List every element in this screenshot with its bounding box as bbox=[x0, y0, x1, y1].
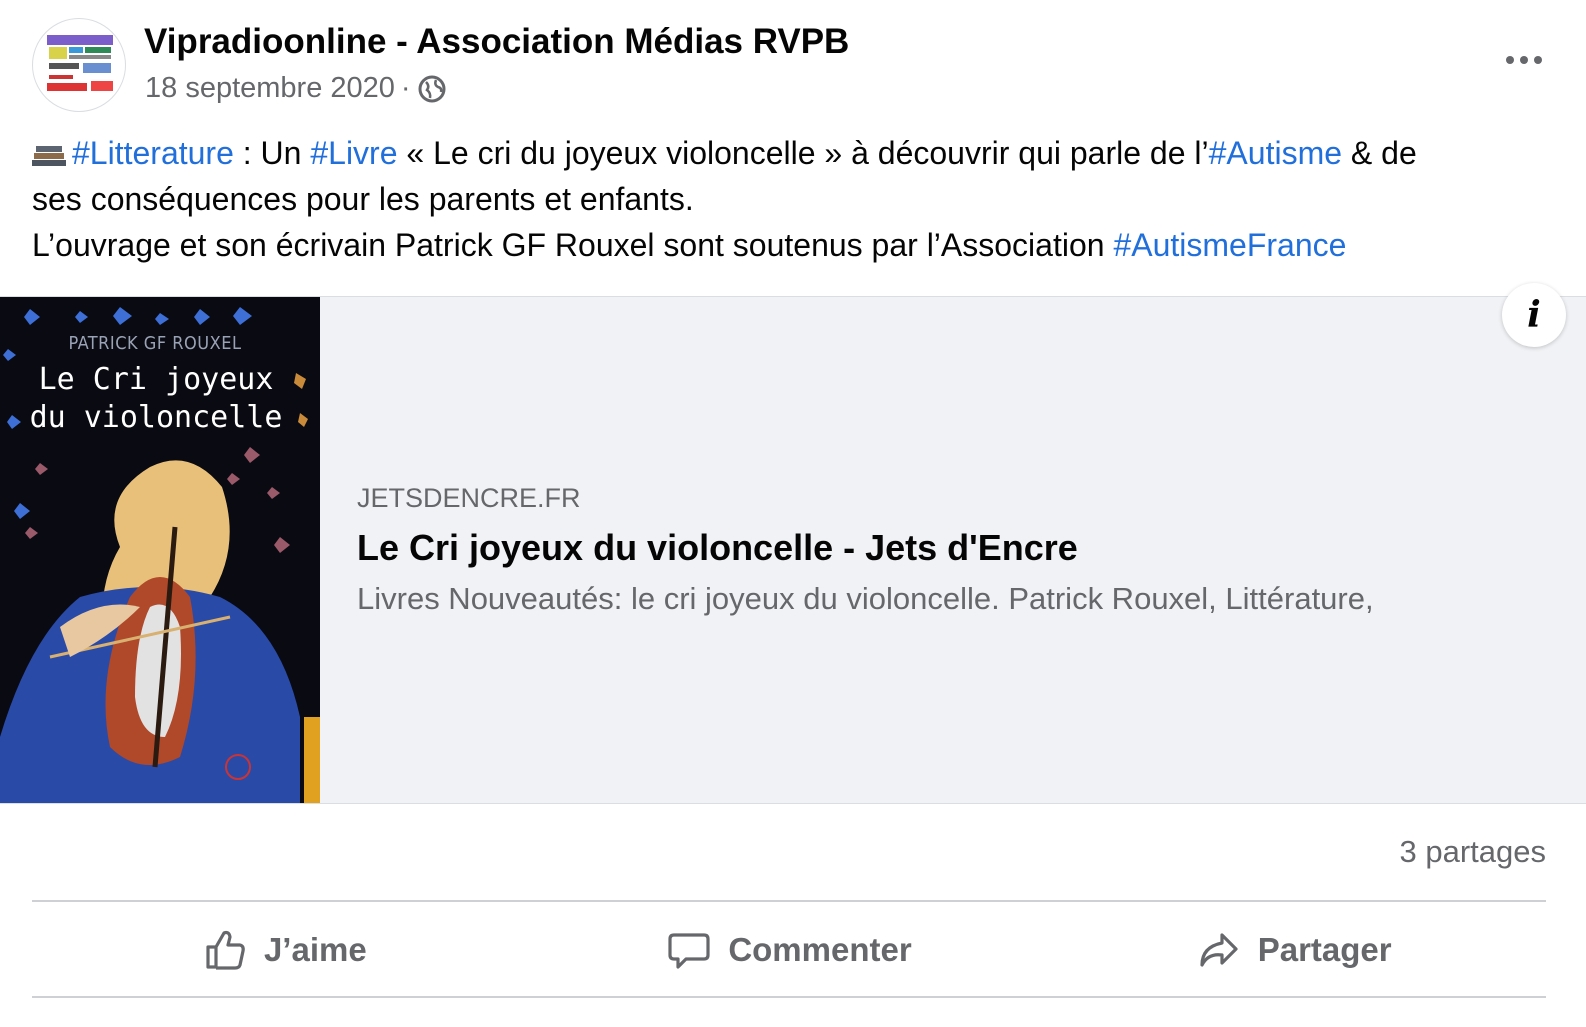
post-text-segment: & de bbox=[1342, 135, 1417, 171]
share-arrow-icon bbox=[1200, 933, 1238, 967]
page-name[interactable]: Vipradioonline - Association Médias RVPB bbox=[144, 22, 849, 62]
comment-icon bbox=[668, 933, 710, 969]
post-text-line-2: ses conséquences pour les parents et enf… bbox=[32, 181, 694, 217]
post-text-line-3: L’ouvrage et son écrivain Patrick GF Rou… bbox=[32, 222, 1562, 268]
action-bar: J’aime Commenter Partager bbox=[32, 904, 1546, 996]
link-domain: JETSDENCRE.FR bbox=[357, 483, 581, 513]
globe-icon[interactable] bbox=[417, 74, 447, 104]
comment-label: Commenter bbox=[728, 931, 912, 968]
post-meta: 18 septembre 2020 · bbox=[145, 72, 447, 105]
book-title-line-2: du violoncelle bbox=[29, 400, 283, 435]
more-options-icon[interactable] bbox=[1494, 40, 1554, 80]
share-count[interactable]: 3 partages bbox=[1400, 834, 1547, 870]
post-text-line-1: #Litterature : Un #Livre « Le cri du joy… bbox=[32, 130, 1562, 176]
hashtag-livre[interactable]: #Livre bbox=[310, 135, 397, 171]
link-thumbnail[interactable]: PATRICK GF ROUXEL Le Cri joyeux du violo… bbox=[0, 297, 320, 803]
post-text-segment: : Un bbox=[233, 135, 311, 171]
hashtag-autisme[interactable]: #Autisme bbox=[1209, 135, 1342, 171]
thumbs-up-icon bbox=[206, 930, 245, 970]
book-title: Le Cri joyeux du violoncelle bbox=[0, 361, 312, 437]
book-author: PATRICK GF ROUXEL bbox=[68, 333, 242, 354]
link-description: Livres Nouveautés: le cri joyeux du viol… bbox=[357, 581, 1374, 616]
post-date[interactable]: 18 septembre 2020 bbox=[145, 72, 395, 105]
hashtag-autismefrance[interactable]: #AutismeFrance bbox=[1113, 227, 1346, 263]
post-text-segment: L’ouvrage et son écrivain Patrick GF Rou… bbox=[32, 227, 1114, 263]
page-avatar[interactable] bbox=[32, 18, 126, 112]
divider bbox=[32, 996, 1546, 998]
share-label: Partager bbox=[1257, 931, 1392, 968]
link-title[interactable]: Le Cri joyeux du violoncelle - Jets d'En… bbox=[357, 527, 1078, 569]
link-preview-card[interactable]: PATRICK GF ROUXEL Le Cri joyeux du violo… bbox=[0, 283, 1586, 804]
post-text-segment: « Le cri du joyeux violoncelle » à décou… bbox=[397, 135, 1209, 171]
hashtag-litterature[interactable]: #Litterature bbox=[72, 135, 234, 171]
post-message: #Litterature : Un #Livre « Le cri du joy… bbox=[32, 130, 1562, 268]
info-icon[interactable]: i bbox=[1502, 283, 1566, 347]
share-button[interactable]: Partager bbox=[1041, 904, 1546, 996]
meta-separator: · bbox=[400, 72, 411, 104]
page-logo bbox=[47, 35, 113, 91]
divider bbox=[32, 900, 1546, 902]
books-icon bbox=[32, 146, 66, 166]
comment-button[interactable]: Commenter bbox=[537, 904, 1042, 996]
post-header: Vipradioonline - Association Médias RVPB… bbox=[32, 18, 1566, 118]
book-title-line-1: Le Cri joyeux bbox=[38, 362, 274, 397]
like-label: J’aime bbox=[263, 931, 367, 968]
like-button[interactable]: J’aime bbox=[32, 904, 537, 996]
